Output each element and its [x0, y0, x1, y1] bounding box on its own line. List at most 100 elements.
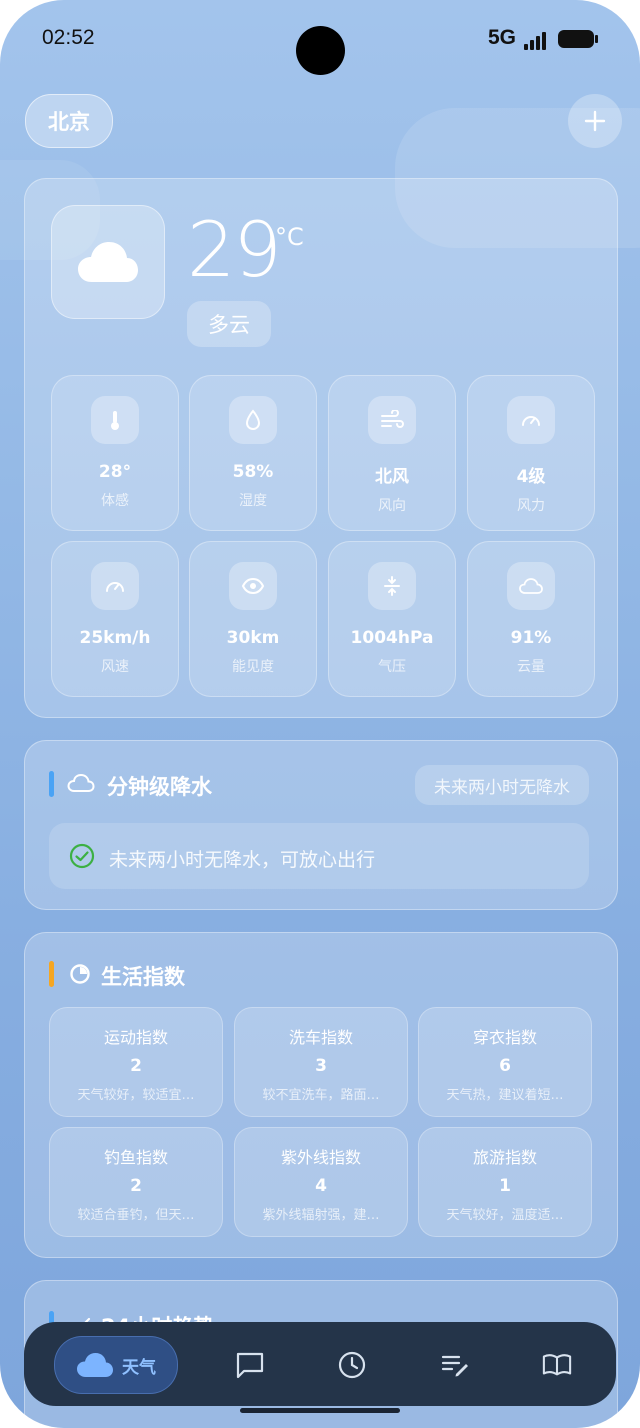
current-weather-card: 29 °C 多云 28° 体感 58% 湿度 北风 风向 4级 风力 25km/… [24, 178, 618, 718]
metric-value: 1004hPa [350, 628, 434, 648]
gauge-icon [106, 582, 124, 592]
thermometer-icon [111, 411, 119, 430]
precipitation-summary-tag: 未来两小时无降水 [415, 765, 589, 805]
index-item[interactable]: 钓鱼指数 2 较适合垂钓，但天… [49, 1127, 223, 1237]
chat-icon [236, 1352, 264, 1379]
metric-icon-box [229, 396, 277, 444]
weather-tab[interactable]: 天气 [54, 1336, 178, 1394]
city-name: 北京 [48, 110, 90, 134]
index-name: 紫外线指数 [280, 1148, 361, 1167]
check-circle-icon [69, 843, 95, 869]
gauge-icon [522, 416, 540, 426]
index-item[interactable]: 旅游指数 1 天气较好，温度适… [418, 1127, 592, 1237]
index-item[interactable]: 运动指数 2 天气较好，较适宜… [49, 1007, 223, 1117]
index-item[interactable]: 穿衣指数 6 天气热，建议着短… [418, 1007, 592, 1117]
metric-pressure: 1004hPa 气压 [328, 541, 456, 697]
droplet-icon [245, 409, 261, 431]
condition-icon-box [51, 205, 165, 319]
index-description: 天气热，建议着短… [446, 1088, 564, 1103]
metric-icon-box [507, 396, 555, 444]
precipitation-title: 分钟级降水 [107, 775, 212, 799]
section-accent [49, 961, 54, 987]
metric-label: 风力 [517, 498, 545, 514]
precipitation-card: 分钟级降水 未来两小时无降水 未来两小时无降水，可放心出行 [24, 740, 618, 910]
section-accent [49, 771, 54, 797]
index-value: 3 [315, 1056, 327, 1076]
condition-label: 多云 [187, 301, 271, 347]
home-indicator [240, 1408, 400, 1413]
signal-icon [520, 30, 550, 50]
notes-tab[interactable] [440, 1350, 470, 1380]
life-index-card: 生活指数 运动指数 2 天气较好，较适宜… 洗车指数 3 较不宜洗车，路面… 穿… [24, 932, 618, 1258]
metric-icon-box [91, 562, 139, 610]
index-description: 紫外线辐射强，建… [262, 1208, 380, 1223]
metric-label: 体感 [101, 493, 129, 509]
index-name: 穿衣指数 [472, 1028, 537, 1047]
index-name: 旅游指数 [472, 1148, 537, 1167]
metric-humidity: 58% 湿度 [189, 375, 317, 531]
metric-value: 91% [510, 628, 552, 648]
index-value: 6 [499, 1056, 511, 1076]
metric-icon-box [229, 562, 277, 610]
metric-icon-box [507, 562, 555, 610]
index-value: 2 [130, 1056, 142, 1076]
metric-visibility: 30km 能见度 [189, 541, 317, 697]
index-value: 2 [130, 1176, 142, 1196]
life-index-icon [70, 964, 90, 984]
index-description: 天气较好，较适宜… [77, 1088, 195, 1103]
pressure-icon [384, 576, 400, 596]
add-city-button[interactable] [568, 94, 622, 148]
metric-value: 25km/h [79, 628, 151, 648]
metric-label: 能见度 [232, 659, 274, 675]
precipitation-message: 未来两小时无降水，可放心出行 [109, 849, 376, 871]
city-selector-button[interactable]: 北京 [25, 94, 113, 148]
cloud-icon [519, 578, 543, 594]
index-name: 洗车指数 [288, 1028, 353, 1047]
index-item[interactable]: 洗车指数 3 较不宜洗车，路面… [234, 1007, 408, 1117]
metric-label: 风速 [101, 659, 129, 675]
metric-feels-like: 28° 体感 [51, 375, 179, 531]
phone-screen: 02:52 5G 北京 29 °C 多云 28° 体感 58% 湿度 北风 风向… [0, 0, 640, 1428]
metric-cloud-cover: 91% 云量 [467, 541, 595, 697]
metric-value: 58% [232, 462, 274, 482]
temperature-unit: °C [275, 223, 304, 251]
index-name: 运动指数 [103, 1028, 168, 1047]
metric-label: 气压 [378, 659, 406, 675]
cloud-outline-icon [67, 773, 95, 792]
metric-icon-box [368, 396, 416, 444]
history-tab[interactable] [337, 1350, 367, 1380]
metric-label: 湿度 [239, 493, 267, 509]
battery-icon [558, 30, 598, 48]
cloud-icon [78, 242, 138, 282]
metric-icon-box [91, 396, 139, 444]
bottom-navigation: 天气 [24, 1322, 616, 1406]
book-open-icon [542, 1354, 572, 1376]
index-description: 较适合垂钓，但天… [77, 1208, 195, 1223]
guide-tab[interactable] [542, 1350, 572, 1380]
index-value: 1 [499, 1176, 511, 1196]
metric-wind-speed: 25km/h 风速 [51, 541, 179, 697]
metric-value: 4级 [516, 467, 546, 487]
metric-value: 30km [226, 628, 280, 648]
current-temperature: 29 [187, 205, 282, 294]
metric-value: 北风 [375, 467, 409, 487]
clock-icon [338, 1351, 366, 1379]
edit-list-icon [441, 1355, 468, 1377]
metric-value: 28° [98, 462, 132, 482]
index-value: 4 [315, 1176, 327, 1196]
plus-icon [584, 110, 606, 132]
network-type: 5G [488, 26, 517, 49]
cloud-icon [77, 1353, 113, 1377]
index-item[interactable]: 紫外线指数 4 紫外线辐射强，建… [234, 1127, 408, 1237]
metric-wind-direction: 北风 风向 [328, 375, 456, 531]
index-description: 较不宜洗车，路面… [262, 1088, 380, 1103]
metric-wind-level: 4级 风力 [467, 375, 595, 531]
metric-label: 风向 [378, 498, 406, 514]
status-bar: 02:52 5G [0, 0, 640, 80]
chat-tab[interactable] [235, 1350, 265, 1380]
life-index-title: 生活指数 [101, 965, 185, 989]
weather-tab-label: 天气 [122, 1357, 156, 1378]
camera-cutout [296, 26, 345, 75]
metric-label: 云量 [517, 659, 545, 675]
index-description: 天气较好，温度适… [446, 1208, 564, 1223]
